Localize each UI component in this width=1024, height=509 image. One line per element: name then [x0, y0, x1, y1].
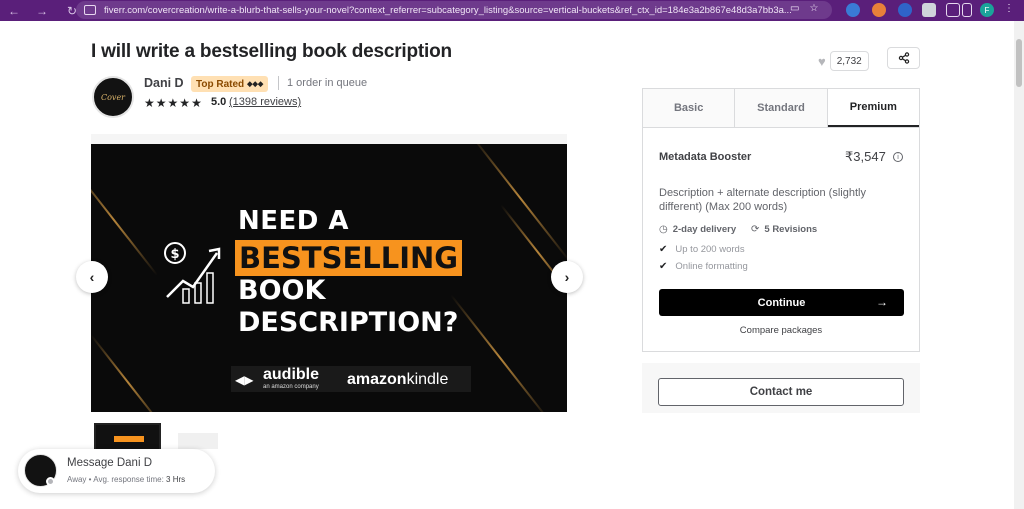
gallery-main-image[interactable]: $ NEED A BESTSELLING BOOK DESCRIPTION? ◀… [91, 144, 567, 412]
star-icon: ★ [191, 96, 202, 110]
tab-basic[interactable]: Basic [643, 89, 736, 127]
page-scrollbar[interactable] [1014, 21, 1024, 509]
profile-avatar[interactable]: F [980, 3, 994, 17]
extension-icon[interactable] [846, 3, 860, 17]
message-title: Message Dani D [67, 457, 153, 469]
audible-logo-icon: ◀▶ [235, 373, 254, 387]
address-bar[interactable]: fiverr.com/covercreation/write-a-blurb-t… [76, 1, 832, 19]
star-icon: ★ [155, 96, 167, 110]
arrow-right-icon: → [876, 295, 888, 309]
scrollbar-thumb[interactable] [1016, 39, 1022, 87]
message-seller-popup[interactable]: Message Dani D Away • Avg. response time… [18, 449, 215, 493]
package-panel: Basic Standard Premium Metadata Booster … [642, 88, 920, 352]
gallery-prev-button[interactable]: ‹ [76, 261, 108, 293]
share-icon [898, 52, 909, 64]
rating-score: 5.0 [211, 96, 227, 108]
feature-label: Up to 200 words [675, 244, 745, 255]
star-icon: ★ [144, 96, 155, 110]
chevron-left-icon: ‹ [89, 269, 95, 285]
extension-icon[interactable] [872, 3, 886, 17]
headline-line-3: BOOK [238, 275, 326, 306]
order-queue: 1 order in queue [287, 77, 368, 89]
favorite-control[interactable]: ♥ 2,732 [818, 51, 869, 71]
package-price: ₹3,547 [845, 149, 886, 164]
contact-section: Contact me [642, 363, 920, 413]
check-icon: ✔ [659, 244, 668, 255]
diamond-icon: ◆◆◆ [247, 81, 264, 88]
install-icon[interactable]: ▭ [790, 3, 799, 14]
feature-item: ✔ Online formatting [659, 261, 748, 272]
seller-logo: Cover [100, 92, 125, 102]
seller-name[interactable]: Dani D [144, 76, 184, 90]
revisions: ⟳ 5 Revisions [751, 224, 817, 235]
divider [278, 76, 279, 90]
amazon-kindle-logo: amazonkindle [347, 371, 449, 388]
gallery-next-button[interactable]: › [551, 261, 583, 293]
reviews-link[interactable]: (1398 reviews) [229, 96, 301, 108]
svg-text:$: $ [170, 247, 179, 262]
feature-item: ✔ Up to 200 words [659, 244, 745, 255]
gig-title: I will write a bestselling book descript… [91, 41, 452, 62]
star-icon: ★ [167, 96, 179, 110]
continue-button[interactable]: Continue → [659, 289, 904, 316]
headline-line-4: DESCRIPTION? [238, 307, 459, 338]
browser-toolbar: ← → ↻ fiverr.com/covercreation/write-a-b… [0, 0, 1024, 21]
back-icon[interactable]: ← [4, 1, 24, 21]
star-icon: ★ [179, 96, 191, 110]
refresh-icon: ⟳ [751, 224, 760, 235]
chevron-right-icon: › [564, 269, 570, 285]
response-label: Avg. response time: [93, 475, 164, 484]
clock-icon: ◷ [659, 224, 668, 235]
rating-stars: ★ ★ ★ ★ ★ [144, 96, 202, 110]
package-tabs: Basic Standard Premium [643, 89, 919, 128]
delivery-label: 2-day delivery [672, 224, 737, 235]
bookmark-star-icon[interactable]: ☆ [809, 3, 818, 14]
package-name: Metadata Booster [659, 151, 752, 163]
browser-menu-icon[interactable]: ⋮ [1004, 3, 1014, 14]
extension-icon[interactable] [898, 3, 912, 17]
forward-icon[interactable]: → [32, 1, 52, 21]
site-info-icon[interactable] [84, 5, 96, 15]
headline-line-1: NEED A [238, 206, 350, 236]
package-description: Description + alternate description (sli… [659, 187, 866, 213]
audible-subtitle: an amazon company [263, 384, 319, 390]
response-time: 3 Hrs [166, 475, 186, 484]
share-button[interactable] [887, 47, 920, 69]
message-status: Away • Avg. response time: 3 Hrs [67, 475, 186, 484]
audible-logo: audible [263, 366, 320, 383]
gig-page: I will write a bestselling book descript… [0, 21, 1024, 509]
gallery-thumbnail[interactable] [178, 433, 218, 449]
side-panel-icon[interactable] [962, 3, 972, 17]
continue-label: Continue [757, 296, 806, 309]
tab-standard[interactable]: Standard [735, 89, 828, 127]
compare-packages-link[interactable]: Compare packages [643, 325, 919, 336]
away-status-dot [46, 477, 55, 486]
extensions-puzzle-icon[interactable] [946, 3, 960, 17]
info-icon[interactable]: i [893, 152, 903, 162]
heart-icon[interactable]: ♥ [818, 54, 826, 69]
favorites-count: 2,732 [829, 51, 869, 71]
headline-line-2: BESTSELLING [235, 240, 463, 276]
contact-me-button[interactable]: Contact me [658, 378, 904, 406]
url-text: fiverr.com/covercreation/write-a-blurb-t… [104, 4, 792, 16]
tab-premium[interactable]: Premium [827, 89, 919, 127]
growth-chart-icon: $ [164, 242, 221, 304]
delivery-time: ◷ 2-day delivery [659, 224, 736, 235]
check-icon: ✔ [659, 261, 668, 272]
seller-avatar[interactable]: Cover [92, 76, 134, 118]
top-rated-badge: Top Rated ◆◆◆ [191, 76, 269, 92]
badge-label: Top Rated [196, 78, 245, 90]
extension-icon[interactable] [922, 3, 936, 17]
status-text: Away [67, 475, 87, 484]
feature-label: Online formatting [675, 261, 748, 272]
revisions-label: 5 Revisions [764, 224, 818, 235]
